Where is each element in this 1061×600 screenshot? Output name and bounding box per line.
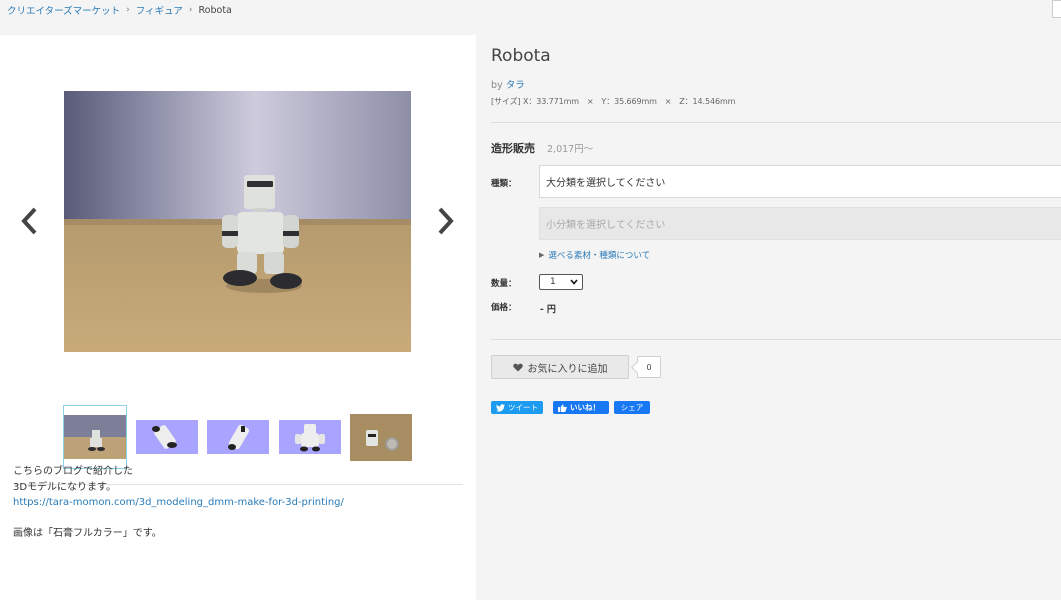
price-from: 2,017円〜 bbox=[547, 144, 594, 155]
breadcrumb-item-figure[interactable]: フィギュア bbox=[136, 3, 183, 17]
next-image-button[interactable] bbox=[434, 203, 458, 239]
thumbnail-3[interactable] bbox=[207, 420, 269, 454]
minor-category-placeholder: 小分類を選択してください bbox=[546, 220, 666, 231]
by-prefix: by bbox=[491, 80, 503, 91]
description-line: こちらのブログで紹介した bbox=[13, 466, 133, 477]
thumbnail-5[interactable] bbox=[350, 414, 412, 461]
product-dimensions: [サイズ] X：33.771mm × Y：35.669mm × Z：14.546… bbox=[491, 97, 736, 106]
major-category-select[interactable]: 大分類を選択してください bbox=[539, 165, 1061, 198]
thumbnail-1[interactable] bbox=[63, 405, 127, 469]
materials-info: ▶ 選べる素材・種類について bbox=[539, 249, 650, 261]
thumbs-up-icon bbox=[558, 403, 567, 412]
thumbnail-4[interactable] bbox=[279, 420, 341, 454]
breadcrumb-separator: › bbox=[126, 5, 130, 15]
breadcrumb: クリエイターズマーケット › フィギュア › Robota bbox=[7, 3, 232, 18]
description-line: 画像は「石膏フルカラー」です。 bbox=[13, 528, 162, 539]
product-description: こちらのブログで紹介した 3Dモデルになります。 https://tara-mo… bbox=[13, 464, 344, 542]
quantity-value: 1 bbox=[550, 277, 556, 287]
tweet-button[interactable]: ツイート bbox=[491, 401, 543, 414]
type-label: 種類： bbox=[491, 179, 517, 189]
chevron-right-icon bbox=[438, 207, 454, 235]
minor-category-select[interactable]: 小分類を選択してください bbox=[539, 207, 1061, 240]
triangle-right-icon: ▶ bbox=[539, 251, 545, 259]
byline: by タラ bbox=[491, 77, 525, 91]
description-line: 3Dモデルになります。 bbox=[13, 481, 117, 493]
thumbnail-strip bbox=[63, 405, 423, 470]
like-button[interactable]: いいね！ bbox=[553, 401, 609, 414]
share-label: シェア bbox=[620, 403, 644, 412]
chevron-left-icon bbox=[21, 207, 37, 235]
twitter-bird-icon bbox=[496, 403, 505, 412]
major-category-placeholder: 大分類を選択してください bbox=[546, 178, 666, 189]
favorite-label: お気に入りに追加 bbox=[527, 363, 608, 375]
thumbnail-2[interactable] bbox=[136, 420, 198, 454]
price-value: - 円 bbox=[540, 305, 556, 315]
chevron-down-icon bbox=[570, 279, 578, 285]
quantity-label: 数量： bbox=[491, 279, 517, 289]
scroll-corner bbox=[1052, 0, 1061, 18]
quantity-select[interactable]: 1 bbox=[539, 274, 583, 290]
blog-link[interactable]: https://tara-momon.com/3d_modeling_dmm-m… bbox=[13, 497, 344, 508]
breadcrumb-separator: › bbox=[188, 5, 193, 15]
breadcrumb-item-creators-market[interactable]: クリエイターズマーケット bbox=[7, 3, 120, 17]
product-title: Robota bbox=[491, 46, 551, 66]
divider bbox=[491, 339, 1061, 340]
breadcrumb-current: Robota bbox=[198, 4, 232, 16]
price-label: 価格： bbox=[491, 303, 517, 313]
sale-section-title: 造形販売 bbox=[491, 142, 535, 155]
materials-link[interactable]: 選べる素材・種類について bbox=[548, 249, 650, 261]
heart-icon bbox=[512, 363, 523, 371]
favorite-count: 0 bbox=[637, 356, 661, 378]
prev-image-button[interactable] bbox=[17, 203, 41, 239]
main-product-image[interactable] bbox=[64, 91, 411, 352]
tweet-label: ツイート bbox=[508, 403, 538, 412]
add-to-favorites-button[interactable]: お気に入りに追加 bbox=[491, 355, 629, 379]
like-label: いいね！ bbox=[570, 403, 600, 412]
divider bbox=[491, 122, 1061, 123]
share-button[interactable]: シェア bbox=[614, 401, 650, 414]
author-link[interactable]: タラ bbox=[506, 80, 525, 91]
